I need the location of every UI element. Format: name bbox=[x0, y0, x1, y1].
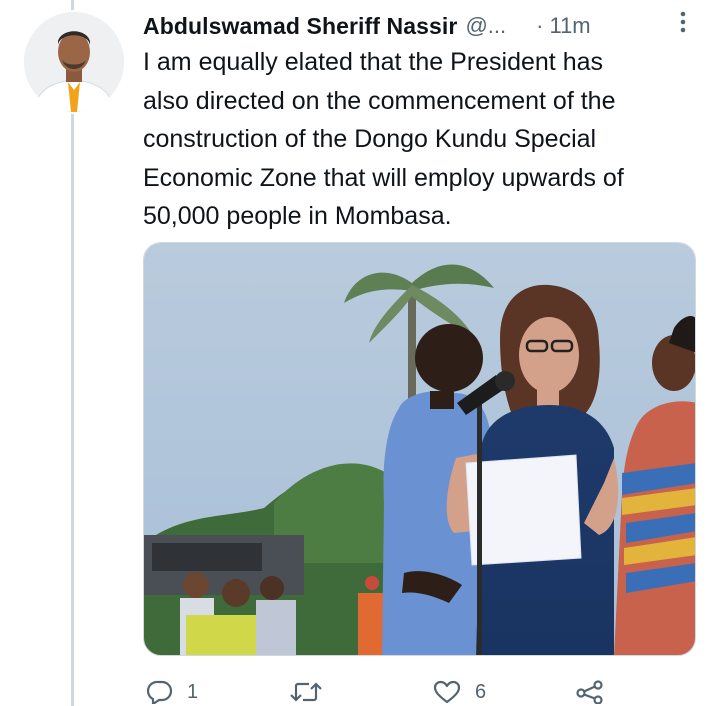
author-name[interactable]: Abdulswamad Sheriff Nassir bbox=[143, 13, 457, 40]
tweet-actions: 1 6 bbox=[143, 676, 703, 706]
author-handle[interactable]: @... bbox=[465, 13, 506, 39]
share-button[interactable] bbox=[575, 680, 605, 704]
retweet-button[interactable] bbox=[289, 680, 337, 704]
share-icon bbox=[575, 680, 605, 704]
like-count: 6 bbox=[475, 680, 487, 703]
like-button[interactable]: 6 bbox=[433, 680, 486, 704]
timestamp[interactable]: 11m bbox=[549, 13, 590, 39]
heart-icon bbox=[433, 680, 461, 704]
separator-dot: · bbox=[536, 13, 544, 38]
reply-icon bbox=[147, 680, 173, 704]
more-options-icon[interactable] bbox=[673, 9, 693, 35]
reply-count: 1 bbox=[187, 680, 199, 703]
retweet-icon bbox=[289, 680, 323, 704]
reply-button[interactable]: 1 bbox=[147, 680, 198, 704]
avatar[interactable] bbox=[24, 12, 124, 112]
tweet-text: I am equally elated that the President h… bbox=[143, 48, 624, 230]
tweet-header: Abdulswamad Sheriff Nassir @... · 11m bbox=[143, 9, 703, 43]
tweet-photo[interactable] bbox=[143, 242, 696, 656]
